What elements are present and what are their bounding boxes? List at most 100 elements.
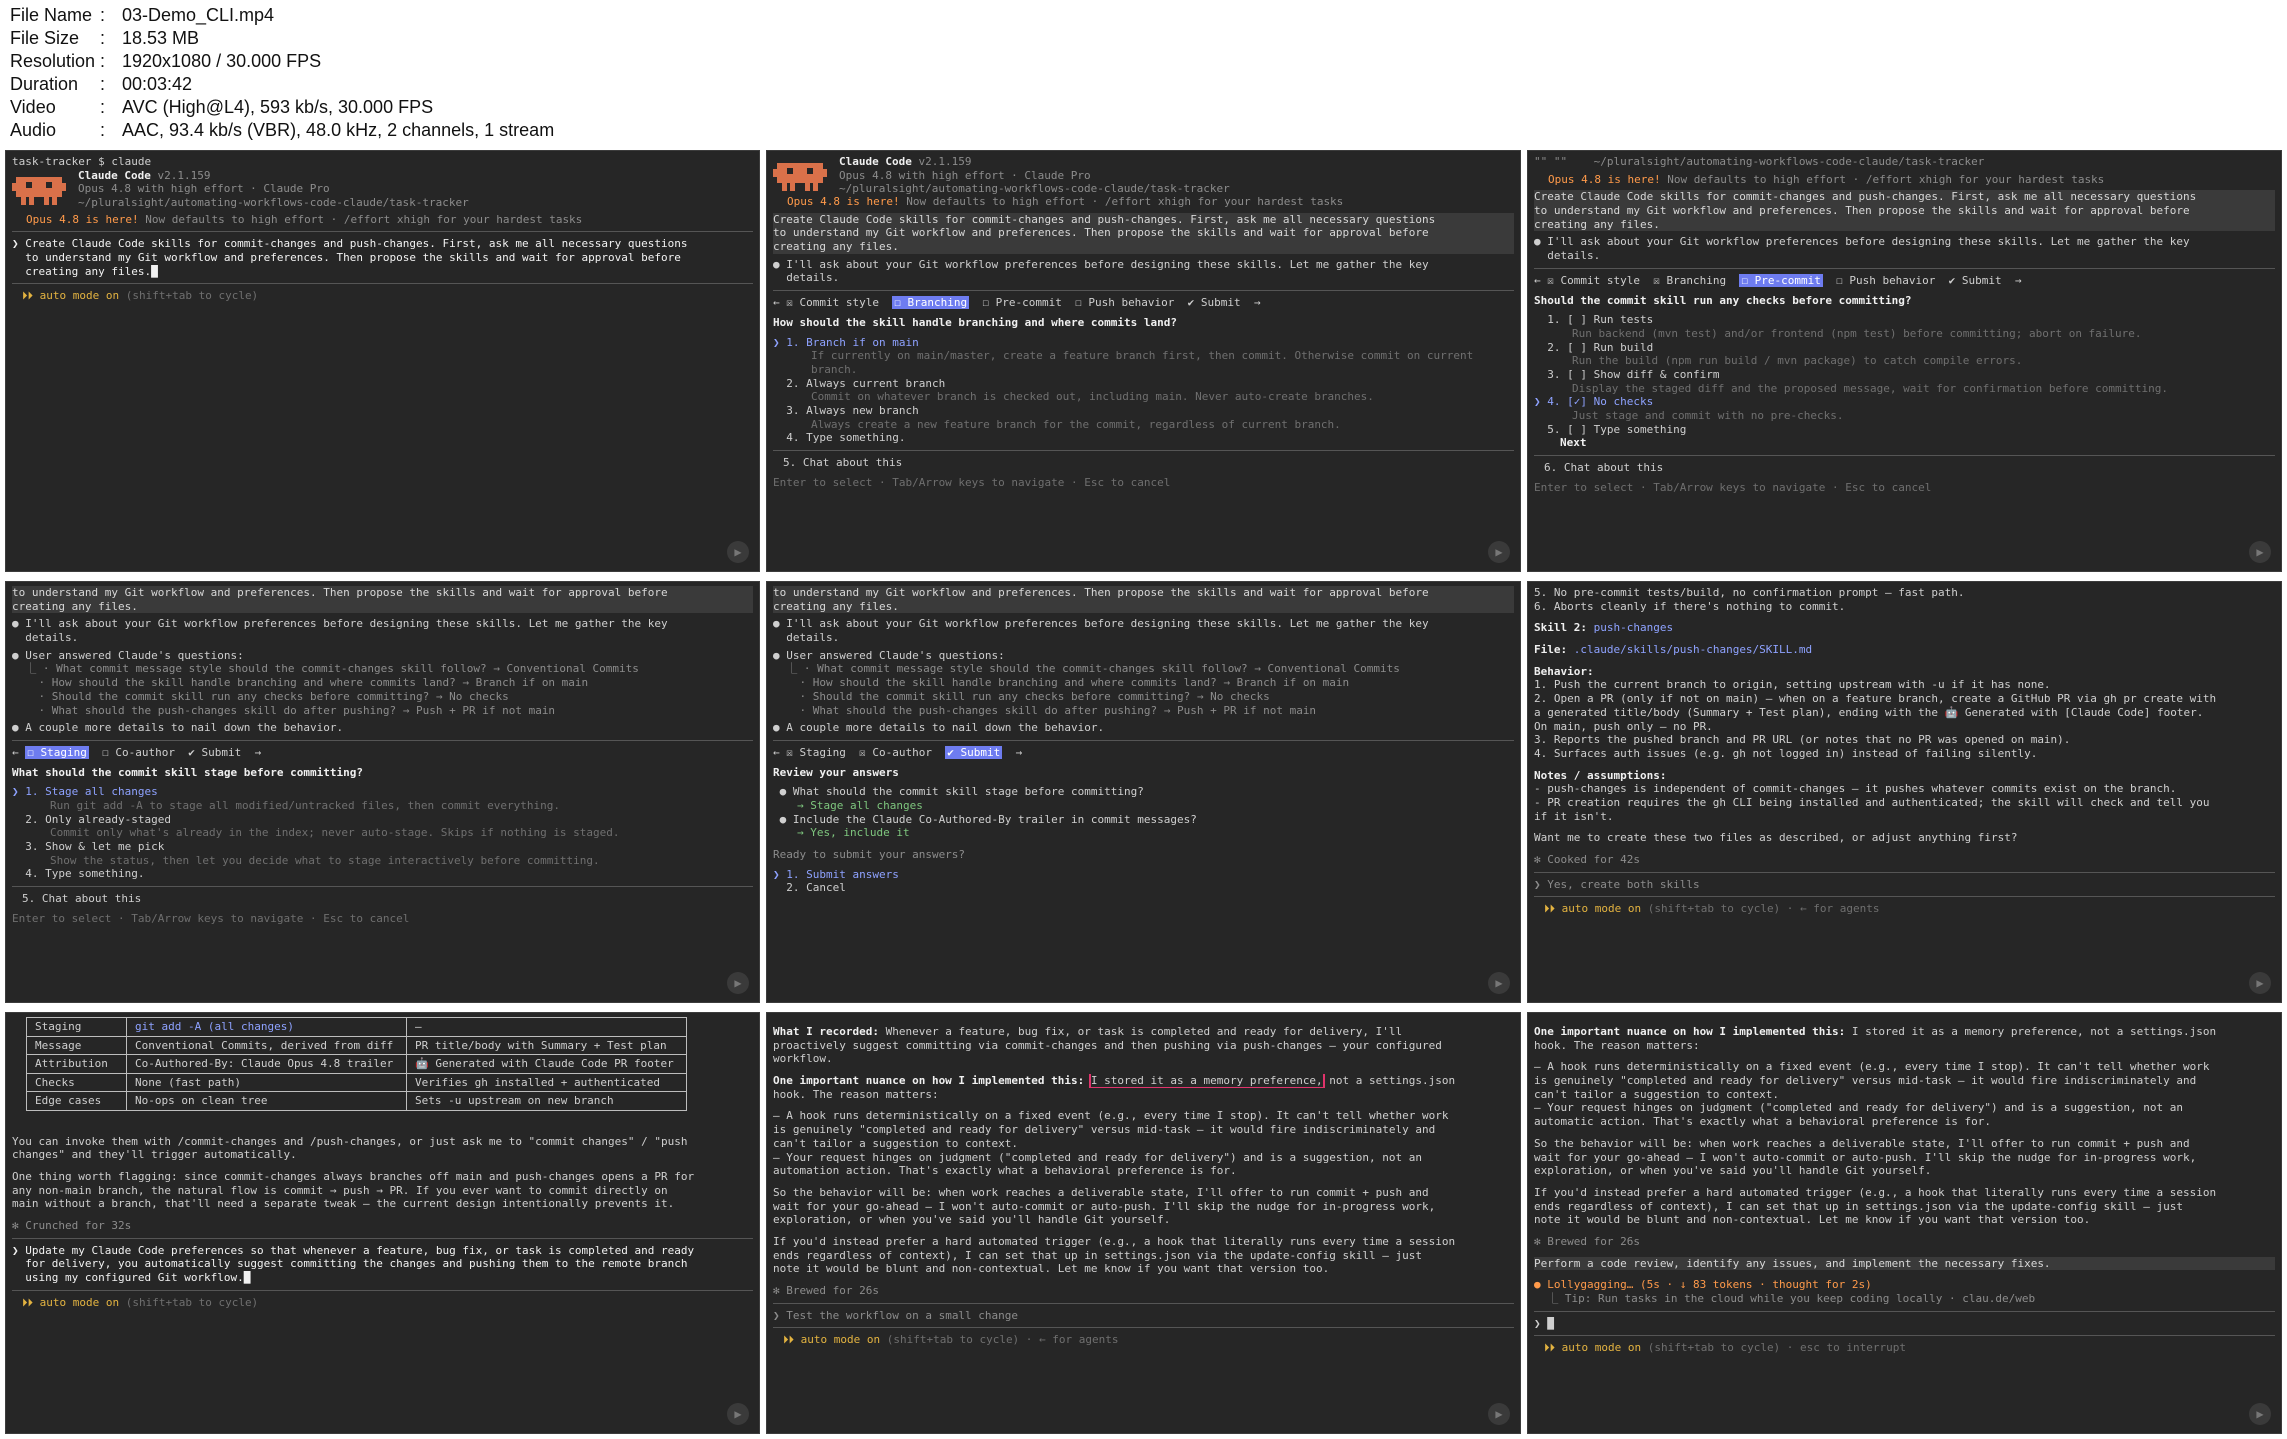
option-item[interactable]: 1. [ ] Run tests Run backend (mvn test) a… — [1534, 313, 2275, 340]
answer-line: · What should the push-changes skill do … — [12, 704, 753, 718]
key-hints: Enter to select · Tab/Arrow keys to navi… — [12, 911, 410, 925]
prompt-input[interactable]: ❯ Create Claude Code skills for commit-c… — [12, 237, 753, 278]
reply-line: details. — [773, 631, 1514, 645]
prompt-input[interactable]: ❯ Test the workflow on a small change — [773, 1309, 1514, 1323]
terminal-frame-2: Claude Code v2.1.159 Opus 4.8 with high … — [766, 150, 1521, 572]
text-line: You can invoke them with /commit-changes… — [12, 1134, 688, 1148]
tab-label: Branching — [907, 296, 968, 310]
option-item[interactable]: 3. Show & let me pick Show the status, th… — [12, 840, 753, 867]
play-icon[interactable]: ▶ — [2249, 1403, 2271, 1425]
tab-branching[interactable]: ☐ Branching — [892, 296, 970, 310]
hook-line: can't tailor a suggestion to context. — [1534, 1087, 1780, 1101]
tab-submit[interactable]: ✔ Submit — [1188, 296, 1241, 309]
option-label: [ ] Show diff & confirm — [1567, 367, 1720, 381]
prompt-line: Create Claude Code skills for commit-cha… — [1534, 190, 2275, 204]
option-item[interactable]: 2. Always current branch Commit on whatev… — [773, 377, 1514, 404]
prompt-line: creating any files. — [773, 240, 899, 254]
option-item[interactable]: ❯ 1. Branch if on main If currently on ma… — [773, 336, 1514, 377]
table-cell: 🤖 Generated with Claude Code PR footer — [406, 1054, 687, 1074]
tab-branching[interactable]: ☒ Branching — [1653, 274, 1726, 287]
play-icon[interactable]: ▶ — [727, 972, 749, 994]
prompt-line: to understand my Git workflow and prefer… — [25, 251, 681, 265]
meta-row: Resolution:1920x1080 / 30.000 FPS — [10, 50, 710, 73]
tab-pre-commit[interactable]: ☐ Pre-commit — [982, 296, 1061, 309]
answer-line: · How should the skill handle branching … — [12, 676, 753, 690]
tab-push-behavior[interactable]: ☐ Push behavior — [1075, 296, 1174, 309]
option-number: 5. — [1547, 422, 1561, 436]
tab-submit[interactable]: ✔ Submit — [945, 745, 1003, 759]
review-answer-text: → Yes, include it — [797, 826, 910, 840]
option-item[interactable]: 2. [ ] Run build Run the build (npm run b… — [1534, 341, 2275, 368]
divider — [12, 739, 753, 741]
prompt-input[interactable]: ❯ Yes, create both skills — [1534, 878, 2275, 892]
skill-line: 5. No pre-commit tests/build, no confirm… — [1534, 586, 2275, 600]
option-item[interactable]: ❯ 1. Stage all changes Run git add -A to … — [12, 785, 753, 812]
option-item[interactable]: 5. [ ] Type something — [1534, 423, 2275, 437]
submit-question: Ready to submit your answers? — [773, 848, 966, 861]
option-description-text: Run git add -A to stage all modified/unt… — [50, 798, 560, 812]
submit-answers-option[interactable]: ❯ 1. Submit answers — [773, 868, 1514, 882]
chat-option[interactable]: 6. Chat about this — [1544, 461, 2275, 475]
option-item[interactable]: 3. [ ] Show diff & confirm Display the st… — [1534, 368, 2275, 395]
prompt-line: to understand my Git workflow and prefer… — [773, 586, 1514, 600]
play-icon[interactable]: ▶ — [1488, 541, 1510, 563]
chat-option[interactable]: 5. Chat about this — [22, 892, 753, 906]
option-description: Run the build (npm run build / mvn packa… — [1572, 354, 2275, 368]
hook-line: – A hook runs deterministically on a fix… — [773, 1109, 1449, 1123]
tab-commit-style[interactable]: ☒ Commit style — [786, 296, 879, 309]
meta-value: 1920x1080 / 30.000 FPS — [122, 51, 322, 71]
option-row: ❯ 4. [✓] No checks — [1534, 395, 1654, 409]
meta-key: File Size — [10, 28, 80, 48]
option-description-text: Always create a new feature branch for t… — [811, 417, 1341, 431]
option-item[interactable]: ❯ 4. [✓] No checks Just stage and commit … — [1534, 395, 2275, 422]
hook-line: automatic action. That's exactly what a … — [1534, 1115, 1991, 1129]
hook-line: automation action. That's exactly what a… — [773, 1164, 1237, 1178]
hard-line: note it would be blunt and non-contextua… — [1534, 1213, 2091, 1227]
tab-submit[interactable]: ✔ Submit — [1949, 274, 2002, 287]
cancel-option[interactable]: 2. Cancel — [773, 881, 1514, 895]
option-label: Always new branch — [806, 403, 919, 417]
summary-table: Staging git add -A (all changes) — Message C… — [26, 1017, 687, 1111]
option-item[interactable]: 4. Type something. — [773, 431, 1514, 445]
notice-text: Now defaults to high effort · /effort xh… — [899, 195, 1344, 208]
tab-co-author[interactable]: ☐ Co-author — [102, 746, 175, 759]
option-number: 3. — [786, 403, 800, 417]
table-cell: No-ops on clean tree — [126, 1091, 407, 1111]
next-button[interactable]: Next — [1560, 436, 2275, 450]
hook-explanation: – A hook runs deterministically on a fix… — [773, 1109, 1514, 1177]
tab-commit-style[interactable]: ☒ Commit style — [1547, 274, 1640, 287]
tab-submit[interactable]: ✔ Submit — [188, 746, 241, 759]
tab-pre-commit[interactable]: ☐ Pre-commit — [1739, 273, 1823, 287]
tab-co-author[interactable]: ☒ Co-author — [859, 746, 932, 759]
divider — [12, 1237, 753, 1239]
meta-value: AVC (High@L4), 593 kb/s, 30.000 FPS — [122, 97, 434, 117]
meta-separator: : — [100, 5, 106, 25]
flag-text: One thing worth flagging: since commit-c… — [12, 1170, 753, 1211]
tab-label: Commit style — [1560, 273, 1640, 287]
tab-staging[interactable]: ☒ Staging — [786, 746, 846, 759]
play-icon[interactable]: ▶ — [2249, 541, 2271, 563]
chat-option[interactable]: 5. Chat about this — [783, 456, 1514, 470]
text-line: changes" and they'll trigger automatical… — [12, 1148, 753, 1162]
option-item[interactable]: 2. Only already-staged Commit only what's… — [12, 813, 753, 840]
recorded-label: What I recorded: — [773, 1025, 879, 1038]
play-icon[interactable]: ▶ — [727, 541, 749, 563]
option-number: 4. — [25, 867, 39, 881]
play-icon[interactable]: ▶ — [2249, 972, 2271, 994]
review-question-text: What should the commit skill stage befor… — [792, 785, 1144, 799]
tab-label: Submit — [960, 745, 1001, 759]
tab-staging[interactable]: ☐ Staging — [25, 745, 89, 759]
play-icon[interactable]: ▶ — [1488, 972, 1510, 994]
review-answer: → Yes, include it — [797, 826, 1514, 840]
answer-text: · What commit message style should the c… — [803, 662, 1400, 676]
tab-push-behavior[interactable]: ☐ Push behavior — [1836, 274, 1935, 287]
option-item[interactable]: 3. Always new branch Always create a new … — [773, 404, 1514, 431]
hook-line: can't tailor a suggestion to context. — [773, 1137, 1514, 1151]
play-icon[interactable]: ▶ — [727, 1403, 749, 1425]
prompt-input[interactable]: ❯ Update my Claude Code preferences so t… — [12, 1244, 753, 1285]
option-item[interactable]: 4. Type something. — [12, 867, 753, 881]
prompt-input[interactable]: ❯ █ — [1534, 1317, 2275, 1331]
play-icon[interactable]: ▶ — [1488, 1403, 1510, 1425]
mode-indicator: ⏵⏵ auto mode on — [783, 1333, 881, 1347]
working-path: ~/pluralsight/automating-workflows-code-… — [839, 182, 1230, 196]
